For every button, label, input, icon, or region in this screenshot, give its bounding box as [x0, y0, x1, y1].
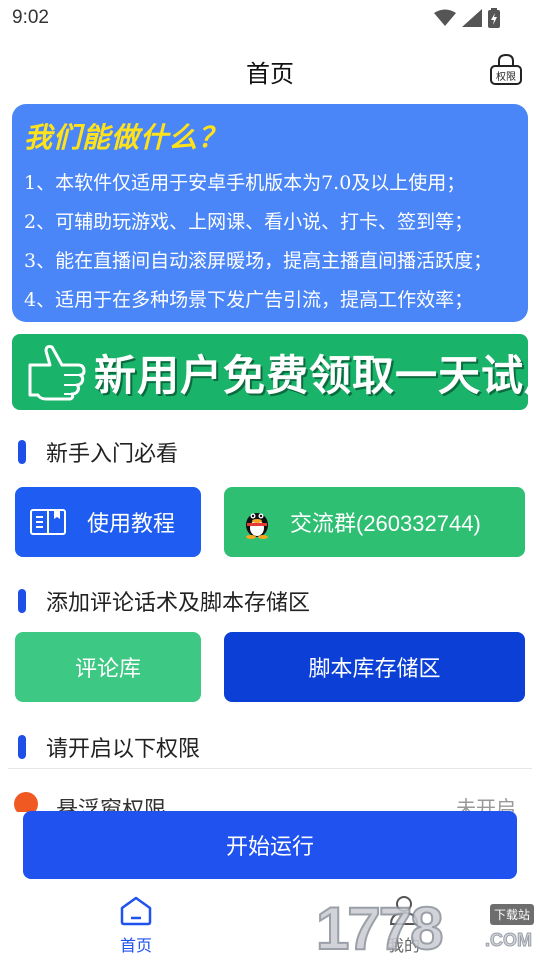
home-icon [120, 896, 152, 926]
intro-card: 我们能做什么？ 1、本软件仅适用于安卓手机版本为7.0及以上使用； 2、可辅助玩… [12, 104, 528, 322]
nav-mine-label: 我的 [387, 936, 420, 955]
book-icon [30, 509, 66, 535]
overlay-permission-row[interactable]: 悬浮窗权限 未开启 [14, 788, 534, 812]
app-bar: 首页 权限 [0, 40, 540, 100]
status-icons [434, 8, 500, 28]
start-run-label: 开始运行 [225, 835, 314, 860]
section-marker [18, 735, 26, 759]
qq-penguin-icon [246, 513, 268, 539]
chat-group-label: 交流群(260332744) [290, 511, 481, 536]
battery-icon [488, 8, 500, 28]
intro-line: 2、可辅助玩游戏、上网课、看小说、打卡、签到等； [24, 211, 474, 233]
script-storage-label: 脚本库存储区 [308, 657, 441, 682]
banner-text: 新用户免费领取一天试用 [94, 350, 528, 400]
intro-heading: 我们能做什么？ [24, 121, 228, 154]
start-run-button[interactable]: 开始运行 [23, 811, 517, 879]
intro-line: 1、本软件仅适用于安卓手机版本为7.0及以上使用； [24, 172, 466, 194]
section-title-permissions: 请开启以下权限 [46, 737, 201, 762]
section-title-beginner: 新手入门必看 [46, 442, 179, 467]
intro-line: 3、能在直播间自动滚屏暖场，提高主播直间播活跃度； [24, 250, 493, 272]
permission-label: 权限 [496, 70, 516, 83]
permission-button[interactable]: 权限 [488, 52, 524, 86]
section-title-storage: 添加评论话术及脚本存储区 [46, 591, 311, 616]
nav-tab-home[interactable]: 首页 [110, 896, 162, 956]
free-trial-banner[interactable]: 新用户免费领取一天试用 [12, 334, 528, 410]
divider [8, 768, 532, 769]
warning-icon [14, 792, 38, 812]
signal-icon [462, 9, 482, 27]
section-marker [18, 440, 26, 464]
nav-tab-mine[interactable]: 我的 [378, 894, 430, 956]
bottom-nav: 首页 我的 [0, 890, 540, 960]
wifi-icon [434, 9, 456, 26]
chat-group-button[interactable]: 交流群(260332744) [224, 487, 525, 557]
tutorial-label: 使用教程 [87, 512, 176, 537]
section-beginner: 新手入门必看 [18, 436, 178, 468]
pointing-hand-icon [28, 345, 86, 401]
person-icon [389, 896, 419, 925]
status-time: 9:02 [12, 7, 49, 28]
section-marker [18, 589, 26, 613]
comment-library-button[interactable]: 评论库 [15, 632, 201, 702]
tutorial-button[interactable]: 使用教程 [15, 487, 201, 557]
nav-home-label: 首页 [119, 936, 152, 955]
page-title: 首页 [246, 60, 294, 88]
permission-item-label: 悬浮窗权限 [56, 798, 167, 812]
section-storage: 添加评论话术及脚本存储区 [18, 585, 310, 617]
lock-icon: 权限 [490, 53, 522, 85]
intro-line: 4、适用于在多种场景下发广告引流，提高工作效率； [24, 289, 474, 311]
permission-status: 未开启 [456, 796, 516, 812]
section-permissions: 请开启以下权限 [18, 731, 200, 763]
status-bar: 9:02 [0, 0, 540, 36]
script-storage-button[interactable]: 脚本库存储区 [224, 632, 525, 702]
comment-library-label: 评论库 [74, 657, 141, 682]
